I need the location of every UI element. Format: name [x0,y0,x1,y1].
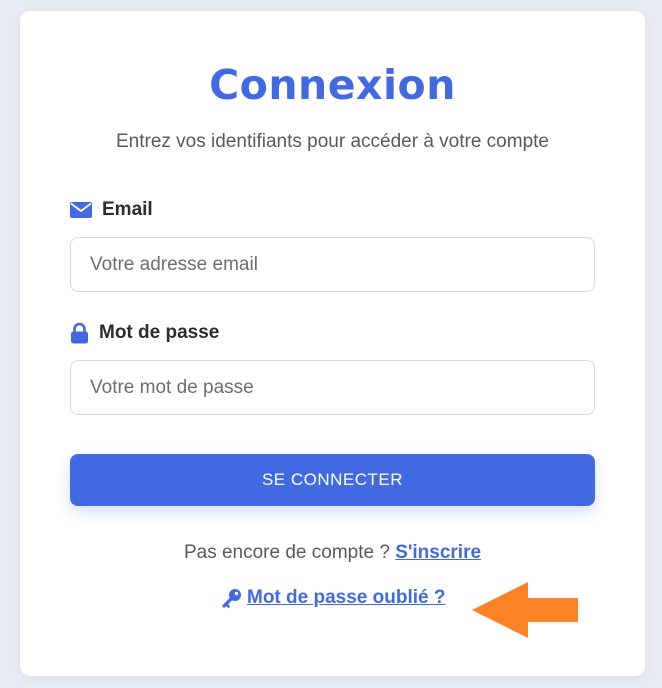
signup-link[interactable]: S'inscrire [395,542,481,563]
login-card: Connexion Entrez vos identifiants pour a… [20,11,645,676]
page-subtitle: Entrez vos identifiants pour accéder à v… [115,131,549,152]
lock-icon [70,322,89,344]
password-label: Mot de passe [99,322,220,343]
signup-row: Pas encore de compte ? S'inscrire [20,542,645,564]
email-field[interactable] [70,237,595,292]
email-label-row: Email [70,199,153,221]
password-label-row: Mot de passe [70,322,219,344]
login-button[interactable]: SE CONNECTER [70,454,595,506]
page-title: Connexion [209,61,456,109]
key-icon [222,588,242,608]
password-field[interactable] [70,360,595,415]
annotation-arrow-icon [472,582,578,638]
forgot-password-row[interactable]: Mot de passe oublié ? [222,587,445,609]
envelope-icon [70,202,92,218]
forgot-password-link[interactable]: Mot de passe oublié ? [247,587,445,609]
signup-prompt: Pas encore de compte ? [183,542,396,563]
email-label: Email [102,199,153,220]
